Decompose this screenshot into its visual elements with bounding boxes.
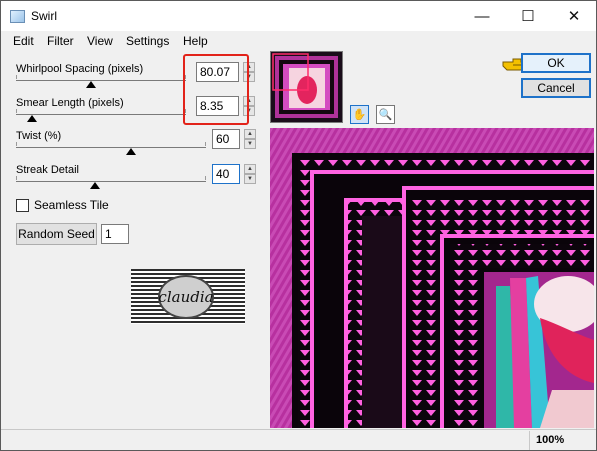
streak-detail-slider-thumb[interactable]	[90, 182, 100, 189]
seamless-tile-label: Seamless Tile	[34, 198, 109, 212]
slider-tick	[205, 176, 206, 180]
streak-detail-spinner[interactable]: ▲ ▼	[244, 164, 256, 184]
streak-detail-slider-track[interactable]	[16, 181, 206, 182]
smear-length-slider-track[interactable]	[16, 114, 186, 115]
smear-length-slider-thumb[interactable]	[27, 115, 37, 122]
menu-help[interactable]: Help	[183, 34, 208, 48]
whirlpool-spacing-slider-thumb[interactable]	[86, 81, 96, 88]
logo-emblem: claudia	[158, 275, 214, 319]
swirl-dialog: Swirl — ☐ ✕ Edit Filter View Settings He…	[0, 0, 597, 451]
slider-tick	[16, 142, 17, 146]
title-bar: Swirl — ☐ ✕	[1, 1, 596, 31]
close-button[interactable]: ✕	[552, 1, 596, 31]
whirlpool-spacing-slider-track[interactable]	[16, 80, 186, 81]
spin-up-icon[interactable]: ▲	[244, 164, 256, 174]
highlight-annotation	[183, 54, 249, 125]
twist-spinner[interactable]: ▲ ▼	[244, 129, 256, 149]
random-seed-button[interactable]: Random Seed	[16, 223, 97, 245]
twist-slider-track[interactable]	[16, 147, 206, 148]
twist-label: Twist (%)	[16, 130, 62, 142]
status-divider	[529, 431, 530, 450]
status-bar: 100%	[1, 429, 596, 450]
app-icon	[10, 10, 25, 23]
seamless-tile-checkbox[interactable]	[16, 199, 29, 212]
navigation-thumbnail[interactable]	[270, 51, 343, 123]
spin-down-icon[interactable]: ▼	[244, 174, 256, 184]
cancel-button[interactable]: Cancel	[521, 78, 591, 98]
thumbnail-image	[271, 52, 342, 122]
hand-tool-icon[interactable]: ✋	[350, 105, 369, 124]
spin-up-icon[interactable]: ▲	[244, 129, 256, 139]
slider-tick	[16, 109, 17, 113]
maximize-button[interactable]: ☐	[506, 1, 550, 31]
preview-image	[270, 128, 594, 428]
ok-button[interactable]: OK	[521, 53, 591, 73]
slider-tick	[16, 176, 17, 180]
twist-slider-thumb[interactable]	[126, 148, 136, 155]
random-seed-input[interactable]: 1	[101, 224, 129, 244]
smear-length-label: Smear Length (pixels)	[16, 97, 124, 109]
zoom-tool-icon[interactable]: 🔍	[376, 105, 395, 124]
preview-canvas[interactable]	[270, 128, 594, 428]
menu-view[interactable]: View	[87, 34, 113, 48]
streak-detail-input[interactable]: 40	[212, 164, 240, 184]
claudia-logo: claudia	[131, 269, 245, 324]
menu-filter[interactable]: Filter	[47, 34, 74, 48]
menu-settings[interactable]: Settings	[126, 34, 169, 48]
menu-edit[interactable]: Edit	[13, 34, 34, 48]
streak-detail-label: Streak Detail	[16, 164, 79, 176]
logo-text: claudia	[158, 288, 214, 306]
menu-bar: Edit Filter View Settings Help	[1, 31, 596, 51]
whirlpool-spacing-label: Whirlpool Spacing (pixels)	[16, 63, 144, 75]
spin-down-icon[interactable]: ▼	[244, 139, 256, 149]
slider-tick	[205, 142, 206, 146]
twist-input[interactable]: 60	[212, 129, 240, 149]
minimize-button[interactable]: —	[460, 1, 504, 31]
slider-tick	[16, 75, 17, 79]
zoom-level: 100%	[536, 434, 565, 446]
window-title: Swirl	[31, 9, 57, 23]
